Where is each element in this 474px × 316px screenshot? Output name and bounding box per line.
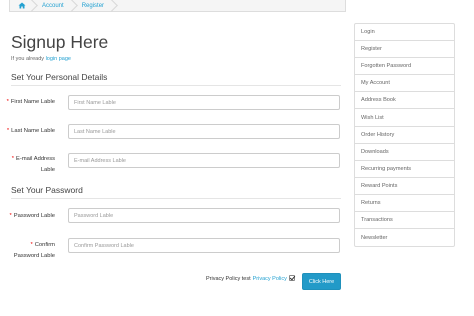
sidebar-item-transactions[interactable]: Transactions xyxy=(355,212,454,230)
required-marker: * xyxy=(6,99,9,105)
account-sidebar: Login Register Forgotten Password My Acc… xyxy=(354,23,455,248)
email-label: * E-mail Address Lable xyxy=(11,156,55,173)
page-title: Signup Here xyxy=(11,32,109,52)
required-marker: * xyxy=(30,242,33,248)
sidebar-item-order-history[interactable]: Order History xyxy=(355,127,454,144)
submit-button[interactable]: Click Here xyxy=(302,273,341,290)
personal-details-legend: Set Your Personal Details xyxy=(11,72,341,86)
password-input[interactable] xyxy=(68,208,340,223)
sidebar-item-my-account[interactable]: My Account xyxy=(355,75,454,93)
sidebar-item-wish-list[interactable]: Wish List xyxy=(355,109,454,127)
first-name-input[interactable] xyxy=(68,95,340,110)
privacy-policy-link[interactable]: Privacy Policy xyxy=(253,276,287,282)
breadcrumb: Account Register xyxy=(9,0,346,12)
password-label: * Password Lable xyxy=(9,213,55,219)
sidebar-item-downloads[interactable]: Downloads xyxy=(355,144,454,161)
privacy-agree-checkbox[interactable] xyxy=(288,275,295,281)
breadcrumb-home[interactable] xyxy=(10,0,33,11)
login-note: If you already login page xyxy=(11,56,71,62)
required-marker: * xyxy=(6,128,10,134)
required-marker: * xyxy=(11,156,15,162)
privacy-agree-row: Privacy Policy test Privacy Policy xyxy=(206,275,295,282)
password-legend: Set Your Password xyxy=(11,185,341,199)
sidebar-item-forgotten-password[interactable]: Forgotten Password xyxy=(355,58,454,76)
login-note-text: If you already xyxy=(11,56,45,62)
sidebar-item-login[interactable]: Login xyxy=(355,24,454,42)
first-name-label: * First Name Lable xyxy=(6,99,55,105)
email-input[interactable] xyxy=(68,153,340,168)
sidebar-item-newsletter[interactable]: Newsletter xyxy=(355,229,454,246)
sidebar-item-register[interactable]: Register xyxy=(355,41,454,59)
sidebar-item-returns[interactable]: Returns xyxy=(355,195,454,213)
sidebar-item-address-book[interactable]: Address Book xyxy=(355,92,454,110)
last-name-label: * Last Name Lable xyxy=(6,128,55,134)
last-name-input[interactable] xyxy=(68,124,340,139)
privacy-text: Privacy Policy test xyxy=(206,276,251,282)
login-page-link[interactable]: login page xyxy=(46,56,71,62)
home-icon xyxy=(18,2,26,9)
confirm-password-label: * Confirm Password Lable xyxy=(13,242,55,259)
breadcrumb-account[interactable]: Account xyxy=(33,0,73,11)
sidebar-item-recurring-payments[interactable]: Recurring payments xyxy=(355,161,454,178)
breadcrumb-register[interactable]: Register xyxy=(73,0,113,11)
required-marker: * xyxy=(9,213,12,219)
confirm-password-input[interactable] xyxy=(68,238,340,253)
sidebar-item-reward-points[interactable]: Reward Points xyxy=(355,178,454,195)
